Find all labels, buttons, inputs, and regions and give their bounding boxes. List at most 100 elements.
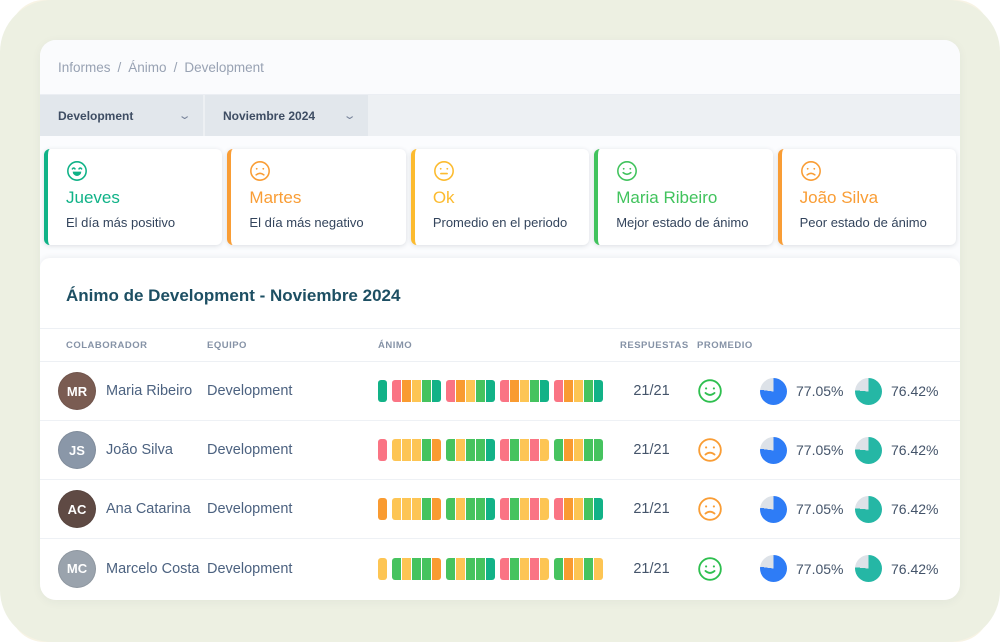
responses-count: 21/21 — [620, 561, 697, 577]
mood-segment — [594, 439, 603, 461]
mood-segment — [392, 558, 401, 580]
breadcrumb-item-informes[interactable]: Informes — [58, 60, 111, 75]
mood-segment — [392, 380, 401, 402]
mood-segment — [446, 380, 455, 402]
mood-segment — [476, 380, 485, 402]
mood-emoji-icon — [697, 556, 760, 582]
mood-segment — [466, 558, 475, 580]
summary-card-title: Jueves — [66, 188, 204, 208]
column-header-colaborador: COLABORADOR — [66, 340, 207, 351]
mood-segment — [554, 380, 563, 402]
mood-segment — [378, 498, 387, 520]
secondary-percentage-cell: 76.42% — [855, 437, 942, 464]
smile-emoji-icon — [616, 160, 754, 182]
mood-group — [378, 380, 387, 402]
pie-chart-primary — [760, 378, 787, 405]
mood-segment — [520, 558, 529, 580]
mood-segment — [500, 439, 509, 461]
mood-segment — [564, 498, 573, 520]
column-header-animo: ÁNIMO — [378, 340, 620, 351]
mood-segment — [510, 498, 519, 520]
table-row[interactable]: MR Maria Ribeiro Development 21/21 77.05… — [40, 362, 960, 421]
pie-chart-primary — [760, 437, 787, 464]
summary-card-subtitle: Promedio en el periodo — [433, 215, 571, 230]
primary-percentage-value: 77.05% — [796, 501, 843, 517]
table-row[interactable]: JS João Silva Development 21/21 77.05% 7… — [40, 421, 960, 480]
page-background: Informes / Ánimo / Development Developme… — [0, 0, 1000, 642]
responses-count: 21/21 — [620, 442, 697, 458]
mood-segment — [520, 380, 529, 402]
mood-segment — [564, 380, 573, 402]
mood-segment — [584, 498, 593, 520]
breadcrumb-item-development[interactable]: Development — [184, 60, 264, 75]
mood-segment — [530, 380, 539, 402]
mood-segment — [500, 380, 509, 402]
mood-segment — [574, 439, 583, 461]
mood-segment — [594, 558, 603, 580]
summary-card-subtitle: Mejor estado de ánimo — [616, 215, 754, 230]
breadcrumb-separator: / — [174, 60, 178, 75]
mood-segment — [476, 439, 485, 461]
mood-segment — [574, 498, 583, 520]
neutral-emoji-icon — [433, 160, 571, 182]
mood-segment — [446, 558, 455, 580]
mood-emoji-icon — [697, 437, 760, 463]
mood-emoji-icon — [697, 496, 760, 522]
team-filter-dropdown[interactable]: Development ⌄ — [40, 95, 203, 136]
mood-segment — [422, 558, 431, 580]
mood-segment — [432, 380, 441, 402]
team-filter-value: Development — [58, 109, 133, 123]
mood-segment — [510, 558, 519, 580]
avatar: AC — [58, 490, 96, 528]
mood-segment — [378, 380, 387, 402]
summary-cards-row: Jueves El día más positivo Martes El día… — [40, 136, 960, 258]
mood-group — [554, 558, 603, 580]
primary-percentage-cell: 77.05% — [760, 496, 855, 523]
mood-bars — [378, 380, 620, 402]
breadcrumb-item-animo[interactable]: Ánimo — [128, 60, 166, 75]
avatar: MR — [58, 372, 96, 410]
summary-card-title: Maria Ribeiro — [616, 188, 754, 208]
table-row[interactable]: AC Ana Catarina Development 21/21 77.05%… — [40, 480, 960, 539]
collaborator-cell: JS João Silva — [58, 431, 207, 469]
main-panel: Informes / Ánimo / Development Developme… — [40, 40, 960, 600]
mood-segment — [540, 380, 549, 402]
table-row[interactable]: MC Marcelo Costa Development 21/21 77.05… — [40, 539, 960, 598]
promedio-emoji-cell — [697, 556, 760, 582]
mood-segment — [378, 558, 387, 580]
team-name: Development — [207, 501, 378, 517]
mood-group — [500, 558, 549, 580]
filter-bar: Development ⌄ Noviembre 2024 ⌄ — [40, 95, 960, 136]
mood-segment — [486, 380, 495, 402]
mood-segment — [432, 558, 441, 580]
mood-bars — [378, 558, 620, 580]
mood-segment — [402, 380, 411, 402]
mood-segment — [412, 380, 421, 402]
mood-group — [554, 439, 603, 461]
mood-segment — [520, 498, 529, 520]
column-header-respuestas: RESPUESTAS — [620, 340, 697, 351]
mood-segment — [594, 380, 603, 402]
mood-group — [378, 498, 387, 520]
mood-group — [554, 380, 603, 402]
mood-segment — [500, 558, 509, 580]
mood-segment — [446, 498, 455, 520]
mood-segment — [510, 380, 519, 402]
collaborator-name: Marcelo Costa — [106, 561, 199, 577]
mood-group — [378, 439, 387, 461]
mood-segment — [412, 439, 421, 461]
mood-segment — [530, 439, 539, 461]
pie-chart-secondary — [855, 378, 882, 405]
mood-segment — [564, 439, 573, 461]
mood-segment — [486, 439, 495, 461]
summary-card-period-average: Ok Promedio en el periodo — [411, 149, 589, 245]
mood-segment — [456, 439, 465, 461]
team-name: Development — [207, 442, 378, 458]
grin-emoji-icon — [66, 160, 204, 182]
pie-chart-primary — [760, 496, 787, 523]
mood-group — [500, 439, 549, 461]
responses-count: 21/21 — [620, 501, 697, 517]
month-filter-dropdown[interactable]: Noviembre 2024 ⌄ — [205, 95, 368, 136]
mood-segment — [530, 558, 539, 580]
mood-segment — [584, 380, 593, 402]
